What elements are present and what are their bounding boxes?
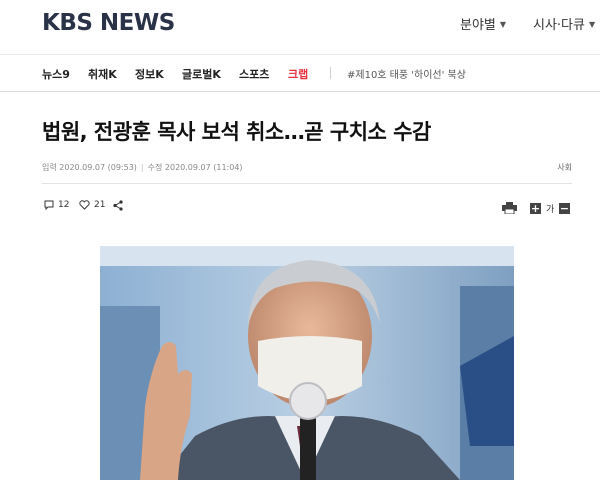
article-photo — [100, 246, 514, 480]
category-menu-label: 분야별 — [460, 18, 496, 33]
comment-count: 12 — [58, 200, 70, 210]
documentary-menu[interactable]: 시사·다큐 ▼ — [533, 14, 595, 33]
meta-separator: | — [140, 163, 144, 172]
kbs-news-logo[interactable]: KBS NEWS — [42, 10, 175, 36]
nav-item-sports[interactable]: 스포츠 — [239, 66, 269, 82]
plus-icon: + — [530, 202, 541, 215]
comment-icon — [44, 200, 54, 210]
category-menu[interactable]: 분야별 ▼ — [460, 14, 506, 33]
font-size-label: 가 — [546, 205, 555, 215]
share-icon — [113, 200, 123, 211]
like-button[interactable]: 21 — [79, 200, 105, 210]
nav-item-news9[interactable]: 뉴스9 — [42, 66, 70, 82]
hot-topic-link[interactable]: #제10호 태풍 '하이선' 북상 — [347, 66, 466, 81]
chevron-down-icon: ▼ — [499, 20, 507, 29]
published-date: 입력 2020.09.07 (09:53) — [42, 163, 137, 172]
main-nav: 뉴스9 취재K 정보K 글로벌K 스포츠 크랩 #제10호 태풍 '하이선' 북… — [0, 55, 600, 92]
nav-divider — [330, 67, 331, 79]
modified-date: 수정 2020.09.07 (11:04) — [147, 163, 243, 172]
documentary-menu-label: 시사·다큐 — [533, 18, 585, 33]
minus-icon: − — [559, 202, 570, 215]
heart-icon — [79, 200, 90, 210]
section-label[interactable]: 사회 — [557, 162, 572, 173]
nav-item-reportk[interactable]: 취재K — [88, 66, 117, 82]
comment-button[interactable]: 12 — [44, 200, 69, 210]
like-count: 21 — [94, 200, 106, 210]
font-increase-button[interactable]: + — [530, 203, 541, 214]
share-button[interactable] — [113, 200, 123, 211]
article-dates: 입력 2020.09.07 (09:53) | 수정 2020.09.07 (11:… — [42, 162, 243, 173]
print-icon — [502, 202, 517, 214]
top-bar: KBS NEWS 분야별 ▼ 시사·다큐 ▼ — [0, 0, 600, 55]
chevron-down-icon: ▼ — [588, 20, 596, 29]
nav-item-crab[interactable]: 크랩 — [288, 66, 308, 82]
nav-item-infok[interactable]: 정보K — [135, 66, 164, 82]
article-headline: 법원, 전광훈 목사 보석 취소…곧 구치소 수감 — [42, 120, 431, 144]
print-button[interactable] — [502, 202, 517, 214]
nav-item-globalk[interactable]: 글로벌K — [182, 66, 221, 82]
header-divider — [42, 183, 572, 184]
font-decrease-button[interactable]: − — [559, 203, 570, 214]
